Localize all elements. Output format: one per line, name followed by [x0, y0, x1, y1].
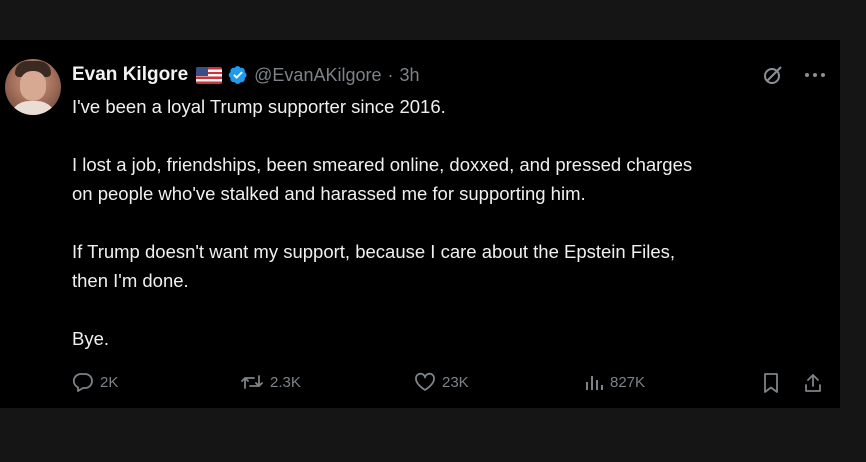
us-flag-icon: [196, 66, 223, 84]
tweet-paragraph-2-line-2: on people who've stalked and harassed me…: [72, 183, 586, 204]
more-icon[interactable]: [804, 71, 826, 79]
reply-icon: [72, 373, 93, 392]
reply-button[interactable]: 2K: [72, 372, 118, 392]
tweet-paragraph-3-line-1: If Trump doesn't want my support, becaus…: [72, 241, 676, 262]
repost-count: 2.3K: [270, 373, 301, 391]
tweet-text: I've been a loyal Trump supporter since …: [72, 92, 822, 353]
tweet-card[interactable]: Evan Kilgore @EvanAKilgore · 3h I've bee…: [0, 40, 840, 408]
avatar[interactable]: [5, 59, 61, 115]
post-time[interactable]: 3h: [400, 65, 420, 86]
tweet-paragraph-1: I've been a loyal Trump supporter since …: [72, 96, 446, 117]
like-count: 23K: [442, 373, 469, 391]
share-icon: [805, 374, 821, 392]
tweet-paragraph-4: Bye.: [72, 328, 110, 349]
tweet-action-bar: 2K 2.3K 23K 827K: [72, 372, 828, 396]
tweet-paragraph-2-line-1: I lost a job, friendships, been smeared …: [72, 154, 693, 175]
grok-icon[interactable]: [762, 64, 784, 86]
views-button[interactable]: 827K: [584, 372, 645, 392]
repost-icon: [241, 375, 263, 389]
bookmark-button[interactable]: [762, 372, 780, 394]
share-button[interactable]: [803, 372, 823, 394]
author-name[interactable]: Evan Kilgore: [72, 64, 188, 86]
tweet-top-actions: [762, 64, 826, 86]
views-icon: [586, 376, 603, 390]
bookmark-icon: [764, 373, 778, 393]
tweet-paragraph-3-line-2: then I'm done.: [72, 270, 189, 291]
avatar-face: [20, 71, 46, 101]
screenshot-frame: Evan Kilgore @EvanAKilgore · 3h I've bee…: [0, 0, 866, 462]
reply-count: 2K: [100, 373, 119, 391]
avatar-shirt: [9, 101, 57, 115]
verified-badge-icon[interactable]: [228, 65, 248, 85]
repost-button[interactable]: 2.3K: [240, 372, 301, 392]
like-button[interactable]: 23K: [414, 372, 469, 392]
views-count: 827K: [610, 373, 646, 391]
tweet-header: Evan Kilgore @EvanAKilgore · 3h: [72, 62, 420, 88]
flag-canton: [196, 66, 209, 76]
heart-icon: [415, 372, 435, 391]
author-handle[interactable]: @EvanAKilgore: [254, 65, 381, 86]
meta-separator: ·: [387, 64, 394, 85]
